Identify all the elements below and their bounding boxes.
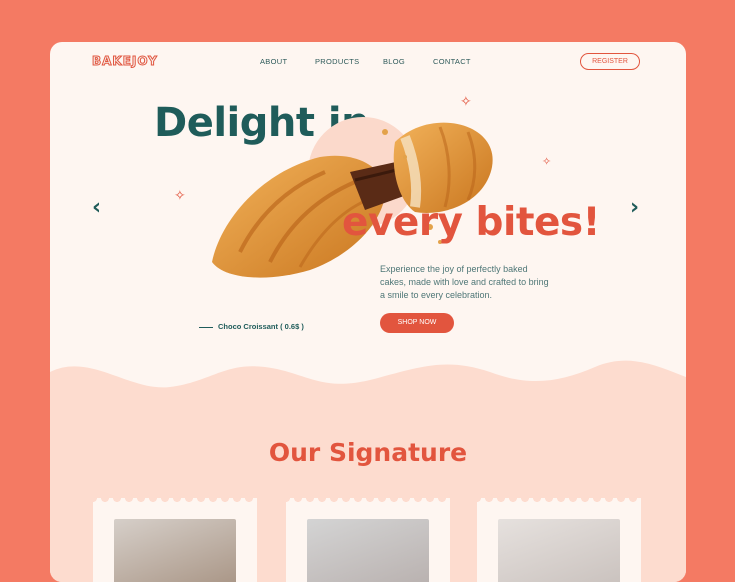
chevron-left-icon[interactable]: ‹ <box>92 195 101 220</box>
register-button[interactable]: REGISTER <box>580 53 640 70</box>
nav-blog[interactable]: BLOG <box>383 57 405 66</box>
hero-title-line2: every bites! <box>342 200 600 245</box>
signature-card[interactable] <box>477 498 641 582</box>
product-image <box>114 519 236 582</box>
croissant-image <box>212 122 493 278</box>
nav-products[interactable]: PRODUCTS <box>315 57 360 66</box>
product-image <box>307 519 429 582</box>
sparkle-icon: ✧ <box>542 156 552 168</box>
nav-about[interactable]: ABOUT <box>260 57 287 66</box>
sparkle-icon: ✧ <box>460 93 472 109</box>
product-label: Choco Croissant ( 0.6$ ) <box>218 322 304 331</box>
chevron-right-icon[interactable]: › <box>630 195 639 220</box>
product-image <box>498 519 620 582</box>
sparkle-icon: ✧ <box>174 187 186 203</box>
nav-contact[interactable]: CONTACT <box>433 57 471 66</box>
signature-title: Our Signature <box>268 438 468 467</box>
navbar: BAKEJOY ABOUT PRODUCTS BLOG CONTACT REGI… <box>50 42 686 82</box>
landing-page: BAKEJOY ABOUT PRODUCTS BLOG CONTACT REGI… <box>50 42 686 582</box>
product-label-divider <box>199 327 213 328</box>
logo[interactable]: BAKEJOY <box>92 54 158 69</box>
shop-now-button[interactable]: SHOP NOW <box>380 313 454 333</box>
signature-card[interactable] <box>93 498 257 582</box>
signature-card[interactable] <box>286 498 450 582</box>
